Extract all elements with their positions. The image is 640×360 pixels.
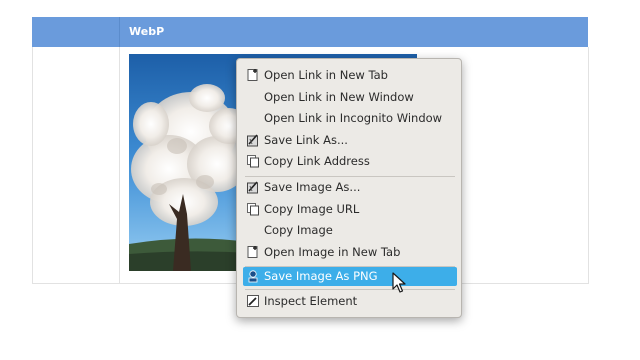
new-tab-icon — [246, 245, 260, 259]
menu-item-open-link-new-tab[interactable]: Open Link in New Tab — [243, 66, 457, 85]
menu-item-copy-image-url[interactable]: Copy Image URL — [243, 200, 457, 219]
new-tab-icon — [246, 68, 260, 82]
save-as-icon — [246, 180, 260, 194]
menu-item-copy-link-address[interactable]: Copy Link Address — [243, 152, 457, 171]
save-png-icon — [246, 269, 260, 283]
menu-item-open-link-new-window[interactable]: Open Link in New Window — [243, 88, 457, 107]
webp-column-header: WebP — [129, 25, 165, 38]
menu-item-save-image-as-png[interactable]: Save Image As PNG — [243, 267, 457, 286]
menu-separator — [245, 176, 455, 177]
browser-page: WebP Open Link in New Tab Open Link in N… — [0, 0, 640, 360]
menu-item-copy-image[interactable]: Copy Image — [243, 221, 457, 240]
menu-item-open-link-incognito[interactable]: Open Link in Incognito Window — [243, 109, 457, 128]
copy-icon — [246, 154, 260, 168]
copy-icon — [246, 202, 260, 216]
context-menu: Open Link in New Tab Open Link in New Wi… — [236, 58, 462, 318]
column-divider — [119, 47, 120, 283]
mouse-cursor-icon — [392, 272, 406, 294]
menu-item-save-image-as[interactable]: Save Image As... — [243, 178, 457, 197]
table-header — [32, 17, 588, 47]
inspect-icon — [246, 294, 260, 308]
save-as-icon — [246, 133, 260, 147]
menu-item-save-link-as[interactable]: Save Link As... — [243, 131, 457, 150]
menu-item-open-image-new-tab[interactable]: Open Image in New Tab — [243, 243, 457, 262]
header-divider — [119, 17, 120, 47]
menu-item-inspect-element[interactable]: Inspect Element — [243, 292, 457, 311]
menu-separator — [245, 289, 455, 290]
